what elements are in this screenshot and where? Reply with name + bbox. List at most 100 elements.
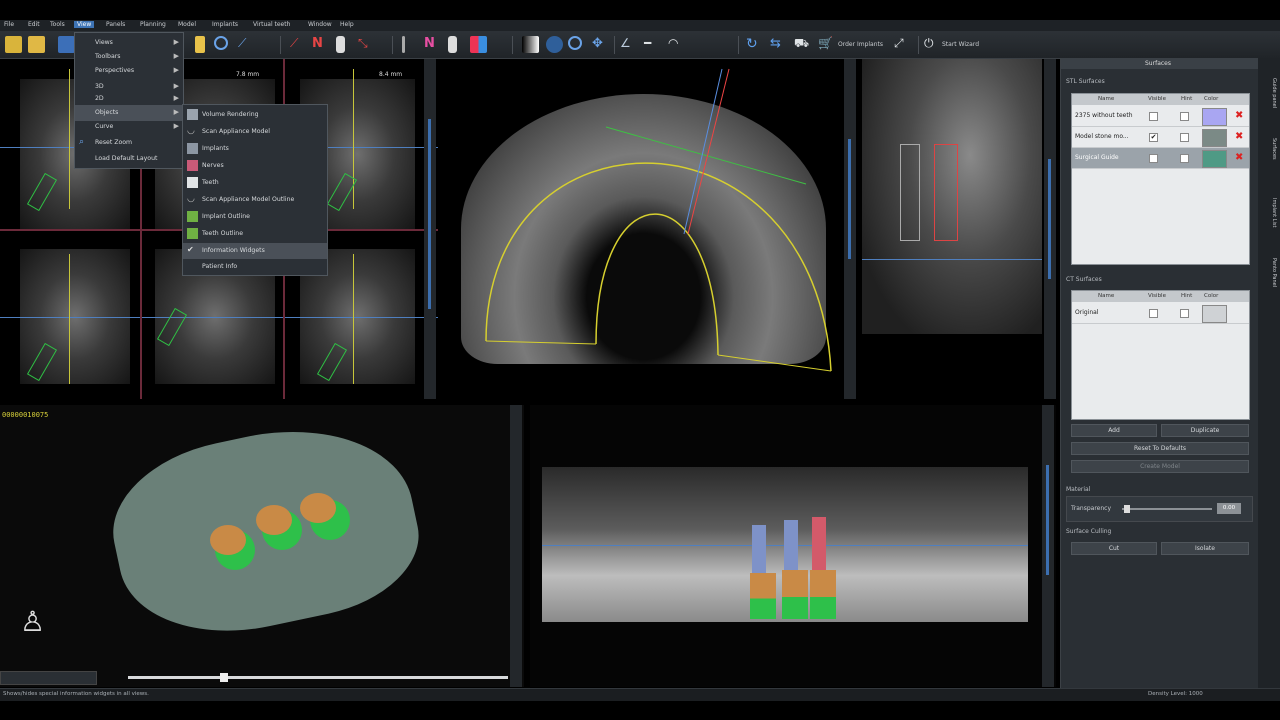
menu-item-reset-zoom[interactable]: ⌕ Reset Zoom bbox=[75, 135, 183, 151]
cut-button[interactable]: Cut bbox=[1071, 542, 1157, 555]
ruler-icon[interactable]: ━ bbox=[644, 36, 661, 53]
menu-item-scan-appliance-outline[interactable]: ◡ Scan Appliance Model Outline bbox=[183, 192, 327, 208]
rotate-view-icon[interactable] bbox=[546, 36, 563, 53]
hint-checkbox[interactable] bbox=[1180, 112, 1189, 121]
sagittal-scrollbar[interactable] bbox=[1044, 59, 1056, 399]
menu-item-perspectives[interactable]: Perspectives ▶ bbox=[75, 63, 183, 79]
save-icon[interactable] bbox=[58, 36, 75, 53]
measure-icon[interactable]: ⟋ bbox=[238, 36, 255, 53]
order-implants-label[interactable]: Order Implants bbox=[838, 41, 883, 48]
view-selector[interactable] bbox=[0, 671, 97, 685]
menu-window[interactable]: Window bbox=[308, 21, 332, 28]
menu-item-scan-appliance-model[interactable]: ◡ Scan Appliance Model bbox=[183, 124, 327, 140]
color-swatch[interactable] bbox=[1202, 150, 1227, 168]
clip-slider-handle[interactable] bbox=[220, 673, 228, 682]
menu-view[interactable]: View bbox=[74, 21, 95, 28]
refresh-icon[interactable]: ↻ bbox=[746, 36, 763, 53]
transparency-slider[interactable] bbox=[1122, 508, 1212, 510]
axial-scrollbar[interactable] bbox=[844, 59, 856, 399]
hint-checkbox[interactable] bbox=[1180, 133, 1189, 142]
table-row[interactable]: 2375 without teeth ✖ bbox=[1072, 106, 1249, 127]
sagittal-viewport[interactable] bbox=[862, 59, 1056, 399]
delete-icon[interactable]: ✖ bbox=[1235, 110, 1243, 121]
zoom-icon[interactable] bbox=[214, 36, 228, 50]
menu-edit[interactable]: Edit bbox=[28, 21, 40, 28]
contrast-icon[interactable] bbox=[522, 36, 539, 53]
menu-item-nerves[interactable]: Nerves bbox=[183, 158, 327, 174]
color-swatch[interactable] bbox=[1202, 129, 1227, 147]
menu-item-volume-rendering[interactable]: Volume Rendering bbox=[183, 107, 327, 123]
table-row[interactable]: Original bbox=[1072, 303, 1249, 324]
zoom-view-icon[interactable] bbox=[568, 36, 582, 50]
3d-toolbar[interactable] bbox=[510, 405, 522, 687]
menu-item-implants[interactable]: Implants bbox=[183, 141, 327, 157]
new-file-icon[interactable] bbox=[5, 36, 22, 53]
viewport-scrollbar[interactable] bbox=[424, 59, 436, 399]
menu-item-implant-outline[interactable]: Implant Outline bbox=[183, 209, 327, 225]
hint-checkbox[interactable] bbox=[1180, 309, 1189, 318]
angle-measure-icon[interactable]: ∠ bbox=[620, 36, 637, 53]
duplicate-button[interactable]: Duplicate bbox=[1161, 424, 1249, 437]
menu-item-load-default-layout[interactable]: Load Default Layout bbox=[75, 151, 183, 167]
protractor-icon[interactable]: ◠ bbox=[668, 36, 685, 53]
menu-model[interactable]: Model bbox=[178, 21, 196, 28]
ct-surfaces-table[interactable]: Name Visible Hint Color Original bbox=[1071, 290, 1250, 420]
3d-model-viewport[interactable]: 00000010075 ♙ bbox=[0, 405, 524, 687]
transparency-slider-handle[interactable] bbox=[1123, 505, 1130, 513]
transparency-spinbox[interactable]: 0.00 bbox=[1217, 503, 1241, 514]
delete-icon[interactable]: ✖ bbox=[1235, 131, 1243, 142]
curve-draw-icon[interactable]: N bbox=[424, 36, 441, 53]
menu-implants[interactable]: Implants bbox=[212, 21, 238, 28]
menu-help[interactable]: Help bbox=[340, 21, 354, 28]
stl-surfaces-table[interactable]: Name Visible Hint Color 2375 without tee… bbox=[1071, 93, 1250, 265]
tab-panto-panel[interactable]: Panto Panel bbox=[1261, 258, 1277, 287]
implant-tool-icon[interactable] bbox=[402, 36, 405, 53]
menu-file[interactable]: File bbox=[4, 21, 14, 28]
fullscreen-icon[interactable]: ⤢ bbox=[894, 36, 911, 53]
isolate-button[interactable]: Isolate bbox=[1161, 542, 1249, 555]
menu-item-patient-info[interactable]: Patient Info bbox=[183, 259, 327, 275]
menu-tools[interactable]: Tools bbox=[50, 21, 65, 28]
add-button[interactable]: Add bbox=[1071, 424, 1157, 437]
color-swatch[interactable] bbox=[1202, 108, 1227, 126]
tab-implant-list[interactable]: Implant List bbox=[1261, 198, 1277, 227]
visible-checkbox[interactable] bbox=[1149, 309, 1158, 318]
export-icon[interactable]: ⛟ bbox=[794, 36, 811, 53]
clip-slider[interactable] bbox=[128, 676, 508, 679]
cart-icon[interactable]: 🛒 bbox=[818, 36, 835, 53]
menu-item-curve[interactable]: Curve ▶ bbox=[75, 119, 183, 135]
visible-checkbox[interactable] bbox=[1149, 112, 1158, 121]
tooth-tool-icon[interactable] bbox=[336, 36, 345, 53]
delete-icon[interactable]: ✖ bbox=[1235, 152, 1243, 163]
menu-virtual-teeth[interactable]: Virtual teeth bbox=[253, 21, 290, 28]
tab-guide-panel[interactable]: Guide panel bbox=[1261, 78, 1277, 108]
visible-checkbox[interactable] bbox=[1149, 154, 1158, 163]
arrow-tool-icon[interactable]: ⤡ bbox=[358, 36, 375, 53]
menu-planning[interactable]: Planning bbox=[140, 21, 166, 28]
menu-item-information-widgets[interactable]: ✔ Information Widgets bbox=[183, 243, 327, 259]
panoramic-viewport[interactable] bbox=[530, 405, 1056, 687]
tooth-add-icon[interactable] bbox=[448, 36, 457, 53]
create-model-button[interactable]: Create Model bbox=[1071, 460, 1249, 473]
table-row[interactable]: Model stone mo... ✔ ✖ bbox=[1072, 127, 1249, 148]
draw-curve-icon[interactable]: ⟋ bbox=[290, 36, 307, 53]
menu-panels[interactable]: Panels bbox=[106, 21, 125, 28]
start-wizard-label[interactable]: Start Wizard bbox=[942, 41, 979, 48]
menu-item-teeth-outline[interactable]: Teeth Outline bbox=[183, 226, 327, 242]
menu-item-teeth[interactable]: Teeth bbox=[183, 175, 327, 191]
table-row[interactable]: Surgical Guide ✖ bbox=[1072, 148, 1249, 169]
open-folder-icon[interactable] bbox=[28, 36, 45, 53]
reset-defaults-button[interactable]: Reset To Defaults bbox=[1071, 442, 1249, 455]
tab-surfaces[interactable]: Surfaces bbox=[1261, 138, 1277, 160]
hint-checkbox[interactable] bbox=[1180, 154, 1189, 163]
power-icon[interactable]: ⏻ bbox=[924, 36, 941, 53]
transform-icon[interactable]: ⇆ bbox=[770, 36, 787, 53]
color-tool-icon[interactable] bbox=[470, 36, 487, 53]
layout-icon[interactable] bbox=[195, 36, 205, 53]
panoramic-scrollbar[interactable] bbox=[1042, 405, 1054, 687]
axial-viewport[interactable] bbox=[446, 59, 858, 399]
pan-icon[interactable]: ✥ bbox=[592, 36, 609, 53]
color-swatch[interactable] bbox=[1202, 305, 1227, 323]
visible-checkbox[interactable]: ✔ bbox=[1149, 133, 1158, 142]
nerve-tool-icon[interactable]: N bbox=[312, 36, 329, 53]
